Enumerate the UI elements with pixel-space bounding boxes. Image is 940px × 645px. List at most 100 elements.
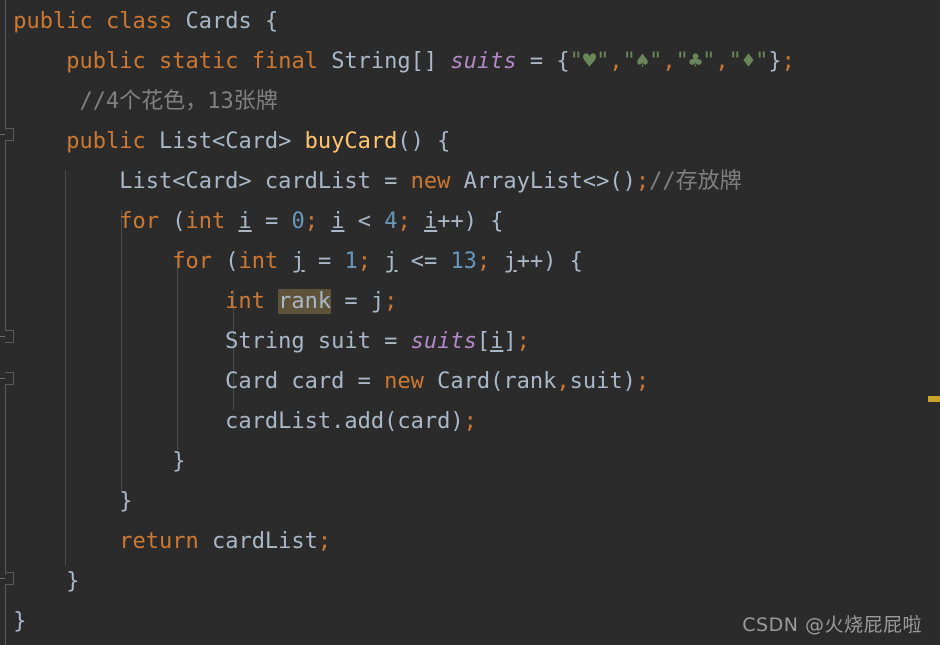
token-2-4 [238,49,251,74]
token-8-6: ; [384,289,398,314]
token-7-9 [371,249,384,274]
token-1-2: class [105,9,173,34]
token-6-8: ; [304,209,318,234]
token-7-7: 1 [344,249,358,274]
token-10-0 [13,369,225,394]
token-10-2 [278,369,291,394]
token-2-18: "♦" [728,49,769,74]
token-8-1: int [225,289,265,314]
token-6-10: i [331,209,345,234]
token-10-10: , [556,369,570,394]
token-5-0 [13,169,119,194]
code-line-8[interactable]: int rank = j; [0,282,940,322]
token-8-0 [13,289,225,314]
token-10-11: suit [569,369,623,394]
token-2-5: final [251,49,318,74]
token-7-10: j [384,249,398,274]
token-6-5: i [238,209,252,234]
token-9-3: suit [317,329,371,354]
code-line-15[interactable]: } [0,562,940,602]
token-7-2: ( [211,249,239,274]
code-line-5[interactable]: List<Card> cardList = new ArrayList<>();… [0,162,940,202]
code-line-13[interactable]: } [0,482,940,522]
token-2-13: , [609,49,623,74]
scrollbar-marker-strip[interactable] [928,0,940,645]
code-line-12[interactable]: } [0,442,940,482]
token-6-2: ( [158,209,186,234]
token-10-4: = [344,369,385,394]
code-line-6[interactable]: for (int i = 0; i < 4; i++) { [0,202,940,242]
code-line-10[interactable]: Card card = new Card(rank,suit); [0,362,940,402]
token-5-7: ArrayList [463,169,583,194]
token-6-9 [318,209,331,234]
token-6-12: 4 [384,209,398,234]
token-7-11: <= [397,249,451,274]
token-3-1: //4个花色，13张牌 [79,89,278,114]
token-9-1: String [225,329,305,354]
token-1-5 [252,9,265,34]
token-5-6 [450,169,463,194]
token-14-1: return [119,529,199,554]
token-2-1: public [66,49,146,74]
token-14-2 [199,529,212,554]
token-5-4: = [370,169,411,194]
token-2-6 [318,49,331,74]
token-5-3: cardList [264,169,371,194]
token-6-0 [13,209,119,234]
token-14-4: ; [317,529,332,554]
token-15-1: } [66,569,80,594]
code-line-1[interactable]: public class Cards { [0,2,940,42]
code-content[interactable]: public class Cards { public static final… [0,0,940,645]
token-9-6: [ [476,329,491,354]
token-9-0 [13,329,225,354]
token-16-0: } [13,609,27,634]
token-2-8 [437,49,450,74]
code-line-7[interactable]: for (int j = 1; j <= 13; j++) { [0,242,940,282]
token-4-2 [146,129,159,154]
token-2-0 [13,49,66,74]
token-7-16: ++) { [516,249,583,274]
token-4-5: buyCard [304,129,398,154]
code-line-2[interactable]: public static final String[] suits = {"♥… [0,42,940,82]
token-11-0 [13,409,225,434]
code-line-14[interactable]: return cardList; [0,522,940,562]
token-4-4 [291,129,304,154]
token-14-0 [13,529,119,554]
token-6-11: < [344,209,385,234]
token-4-1: public [66,129,146,154]
token-2-10: = [516,49,557,74]
token-1-6: { [264,9,279,34]
token-1-4: Cards [185,9,252,34]
token-8-3: rank [278,289,332,314]
token-5-2 [252,169,265,194]
token-15-0 [13,569,66,594]
code-editor[interactable]: public class Cards { public static final… [0,0,940,645]
token-7-0 [13,249,172,274]
code-line-9[interactable]: String suit = suits[i]; [0,322,940,362]
code-line-11[interactable]: cardList.add(card); [0,402,940,442]
token-11-2: .add( [331,409,398,434]
token-11-4: ) [450,409,464,434]
code-line-3[interactable]: //4个花色，13张牌 [0,82,940,122]
token-2-11: { [556,49,570,74]
token-13-0 [13,489,119,514]
token-8-4: = [331,289,371,314]
token-5-1: List<Card> [119,169,252,194]
code-line-4[interactable]: public List<Card> buyCard() { [0,122,940,162]
token-10-9: rank [503,369,557,394]
token-7-4 [278,249,291,274]
token-2-15: , [662,49,676,74]
warning-marker[interactable] [928,396,940,402]
token-9-4: = [370,329,411,354]
token-10-1: Card [225,369,279,394]
token-10-3: card [291,369,345,394]
token-6-13: ; [397,209,411,234]
token-2-17: , [715,49,729,74]
token-7-6: = [304,249,345,274]
token-6-15: i [423,209,438,234]
token-2-16: "♣" [675,49,716,74]
token-2-12: "♥" [569,49,610,74]
token-2-14: "♠" [622,49,663,74]
token-10-8: ( [490,369,504,394]
token-6-7: 0 [291,209,305,234]
